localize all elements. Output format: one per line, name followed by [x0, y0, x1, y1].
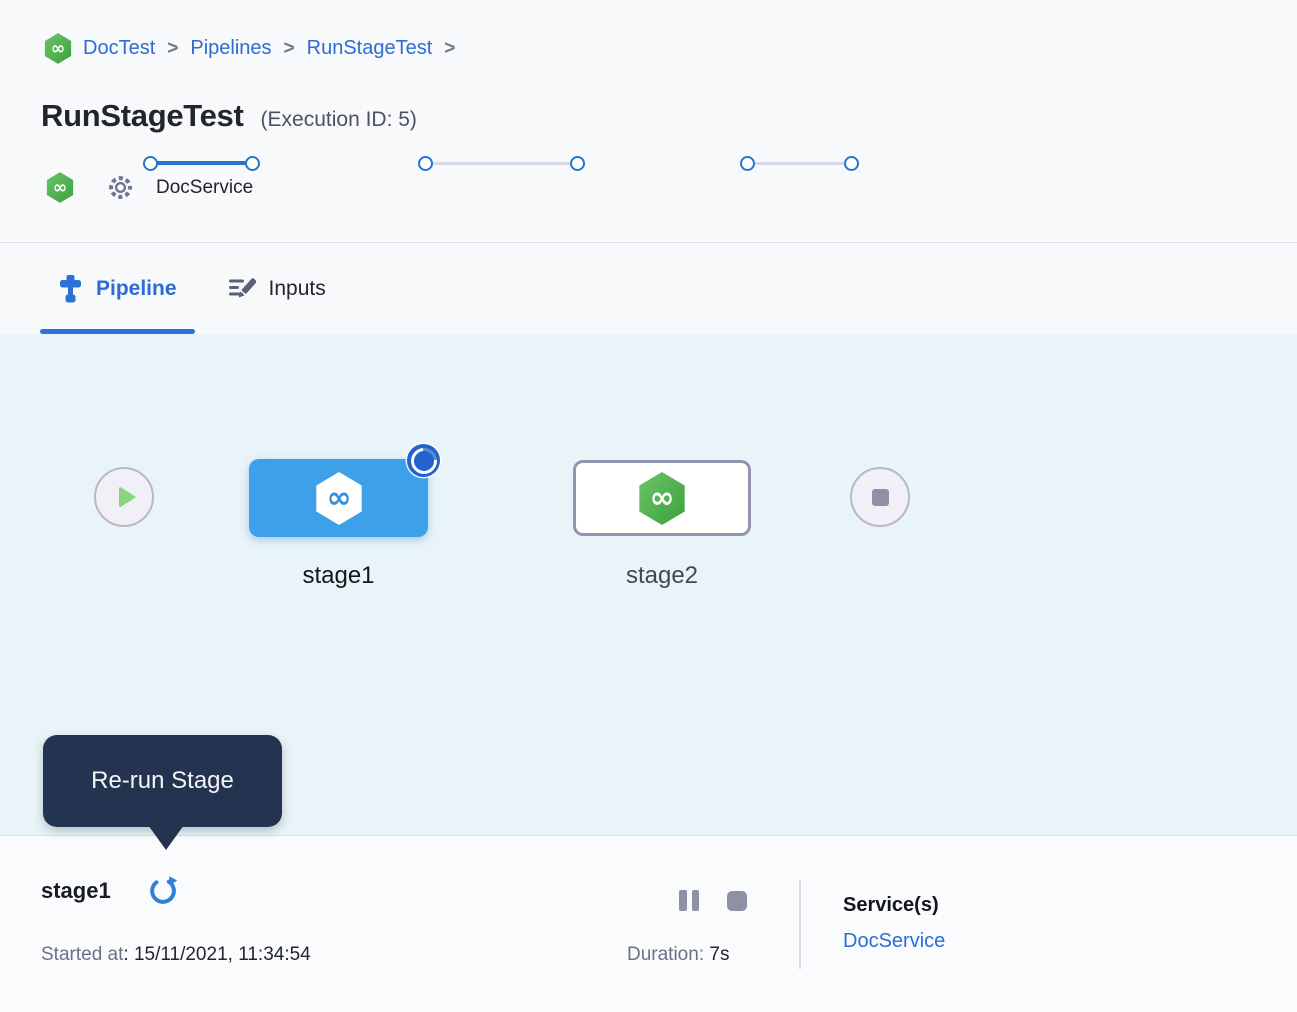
edge-start-to-stage1: [150, 161, 252, 165]
tooltip-caret: [148, 825, 184, 850]
breadcrumb-separator: >: [167, 38, 178, 60]
svg-text:∞: ∞: [326, 480, 351, 515]
breadcrumb-link-project[interactable]: DocTest: [83, 37, 155, 60]
page-header: ∞ DocTest > Pipelines > RunStageTest > R…: [0, 0, 1297, 243]
inputs-icon: [229, 276, 256, 302]
connector-dot: [418, 156, 433, 171]
edge-stage1-to-stage2: [425, 162, 577, 165]
connector-dot: [245, 156, 260, 171]
duration-value: 7s: [709, 944, 729, 965]
service-link[interactable]: DocService: [843, 930, 945, 953]
tab-inputs-label: Inputs: [269, 277, 326, 301]
execution-controls: [679, 890, 747, 911]
tooltip-text: Re-run Stage: [91, 767, 234, 795]
duration-label: Duration:: [627, 944, 704, 965]
tab-pipeline-label: Pipeline: [96, 277, 177, 301]
pipeline-canvas[interactable]: ∞ stage1 ∞ stage2 Re-run Stage: [0, 334, 1297, 835]
rerun-icon: [146, 873, 180, 907]
breadcrumb-separator: >: [444, 38, 455, 60]
pipeline-execution-page: ∞ DocTest > Pipelines > RunStageTest > R…: [0, 0, 1297, 1012]
rerun-stage-tooltip: Re-run Stage: [43, 735, 282, 827]
connector-dot: [143, 156, 158, 171]
pipeline-icon: [58, 275, 83, 303]
execution-footer: stage1 Started at: 15/11/2021, 11:34:54 …: [0, 835, 1297, 1012]
started-at-value: : 15/11/2021, 11:34:54: [123, 944, 310, 965]
tab-pipeline[interactable]: Pipeline: [40, 243, 195, 334]
svg-text:∞: ∞: [650, 480, 675, 515]
svg-text:∞: ∞: [53, 178, 67, 198]
tab-bar: Pipeline Inputs: [0, 243, 1297, 334]
stage2-label: stage2: [573, 562, 751, 590]
footer-divider: [799, 880, 801, 969]
breadcrumb-link-pipelines[interactable]: Pipelines: [190, 37, 271, 60]
stage1-label: stage1: [249, 562, 428, 590]
pause-icon[interactable]: [679, 890, 699, 911]
services-label: Service(s): [843, 894, 939, 917]
connector-dot: [740, 156, 755, 171]
tab-inputs[interactable]: Inputs: [211, 243, 344, 334]
harness-logo-icon: ∞: [43, 32, 73, 65]
running-spinner-badge: [407, 444, 440, 477]
stop-icon: [872, 489, 889, 506]
pipeline-start-node: [94, 467, 154, 527]
started-at-label: Started at: [41, 944, 123, 965]
connector-dot: [844, 156, 859, 171]
breadcrumb-link-pipeline-name[interactable]: RunStageTest: [307, 37, 433, 60]
breadcrumb: ∞ DocTest > Pipelines > RunStageTest >: [43, 32, 457, 65]
pipeline-end-node: [850, 467, 910, 527]
stage-node-stage2[interactable]: ∞: [573, 460, 751, 536]
footer-stage-name: stage1: [41, 878, 111, 904]
page-title: RunStageTest: [41, 98, 244, 134]
stop-execution-icon[interactable]: [727, 891, 747, 911]
gear-icon[interactable]: [107, 174, 134, 201]
rerun-stage-button[interactable]: [146, 873, 180, 907]
play-icon: [119, 486, 136, 508]
service-name: DocService: [156, 177, 253, 199]
service-row: ∞ DocService: [45, 171, 253, 204]
stage-node-stage1[interactable]: ∞: [249, 459, 428, 537]
edge-stage2-to-end: [747, 162, 851, 165]
started-at: Started at: 15/11/2021, 11:34:54: [41, 944, 311, 966]
duration: Duration: 7s: [627, 944, 729, 966]
breadcrumb-separator: >: [284, 38, 295, 60]
harness-service-icon: ∞: [45, 171, 75, 204]
connector-dot: [570, 156, 585, 171]
title-row: RunStageTest (Execution ID: 5): [41, 98, 417, 134]
execution-id-label: (Execution ID: 5): [261, 108, 417, 132]
svg-text:∞: ∞: [51, 39, 65, 59]
